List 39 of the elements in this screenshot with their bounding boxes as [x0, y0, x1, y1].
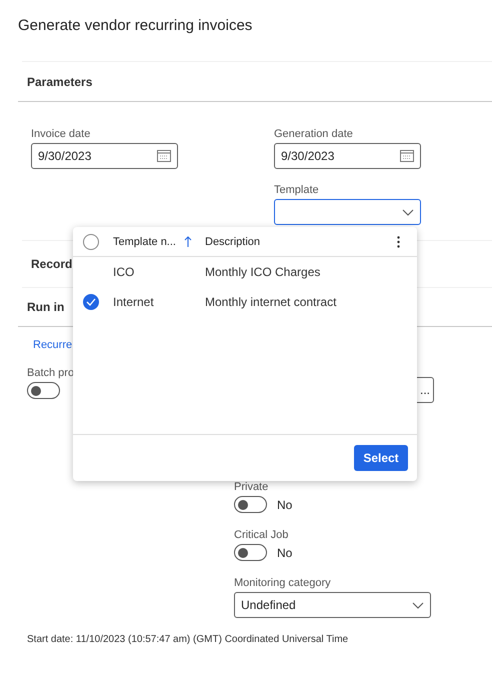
- toggle-label: Private: [234, 481, 270, 493]
- table-cell-text: Internet: [113, 295, 155, 309]
- field-label: Template: [274, 184, 320, 196]
- template-dropdown[interactable]: [274, 199, 421, 225]
- toggle-label: Batch pro: [27, 367, 76, 379]
- calendar-icon[interactable]: [400, 150, 414, 162]
- toggle-switch[interactable]: [27, 382, 60, 399]
- section-title[interactable]: Run in: [27, 300, 64, 314]
- select-all-radio[interactable]: [83, 234, 99, 250]
- more-icon[interactable]: [397, 236, 400, 248]
- sort-up-icon: [184, 236, 192, 248]
- page-title: Generate vendor recurring invoices: [18, 17, 252, 34]
- calendar-icon[interactable]: [157, 150, 171, 162]
- chevron-down-icon[interactable]: [402, 208, 414, 216]
- section-title: Parameters: [27, 74, 92, 88]
- column-header[interactable]: Template n...: [113, 236, 176, 248]
- table-cell-text: Monthly internet contract: [205, 295, 338, 309]
- chevron-down-icon[interactable]: [412, 602, 424, 608]
- field-label: Generation date: [274, 128, 354, 140]
- recurrence-link[interactable]: Recurre: [33, 339, 72, 351]
- select-button[interactable]: Select: [354, 445, 408, 471]
- start-date-text: Start date: 11/10/2023 (10:57:47 am) (GMT) Coordinated Universal Time: [27, 634, 350, 645]
- toggle-switch[interactable]: [234, 496, 267, 513]
- section-title[interactable]: Record: [31, 257, 72, 271]
- lookup-row[interactable]: Internet Monthly internet contract: [73, 287, 417, 317]
- field-label: Invoice date: [31, 128, 92, 140]
- toggle-switch[interactable]: [234, 544, 267, 561]
- toggle-state: No: [277, 498, 292, 512]
- monitoring-dropdown[interactable]: Undefined: [234, 592, 431, 618]
- field-label: Monitoring category: [234, 577, 332, 589]
- check-icon[interactable]: [83, 294, 99, 310]
- lookup-row[interactable]: ICO Monthly ICO Charges: [73, 257, 417, 287]
- date-field[interactable]: 9/30/2023: [274, 143, 421, 169]
- table-cell-text: Monthly ICO Charges: [205, 265, 322, 279]
- date-field[interactable]: 9/30/2023: [31, 143, 178, 169]
- toggle-state: No: [277, 546, 292, 560]
- column-header[interactable]: Description: [205, 236, 397, 248]
- table-cell-text: ICO: [113, 265, 136, 279]
- toggle-label: Critical Job: [234, 529, 290, 541]
